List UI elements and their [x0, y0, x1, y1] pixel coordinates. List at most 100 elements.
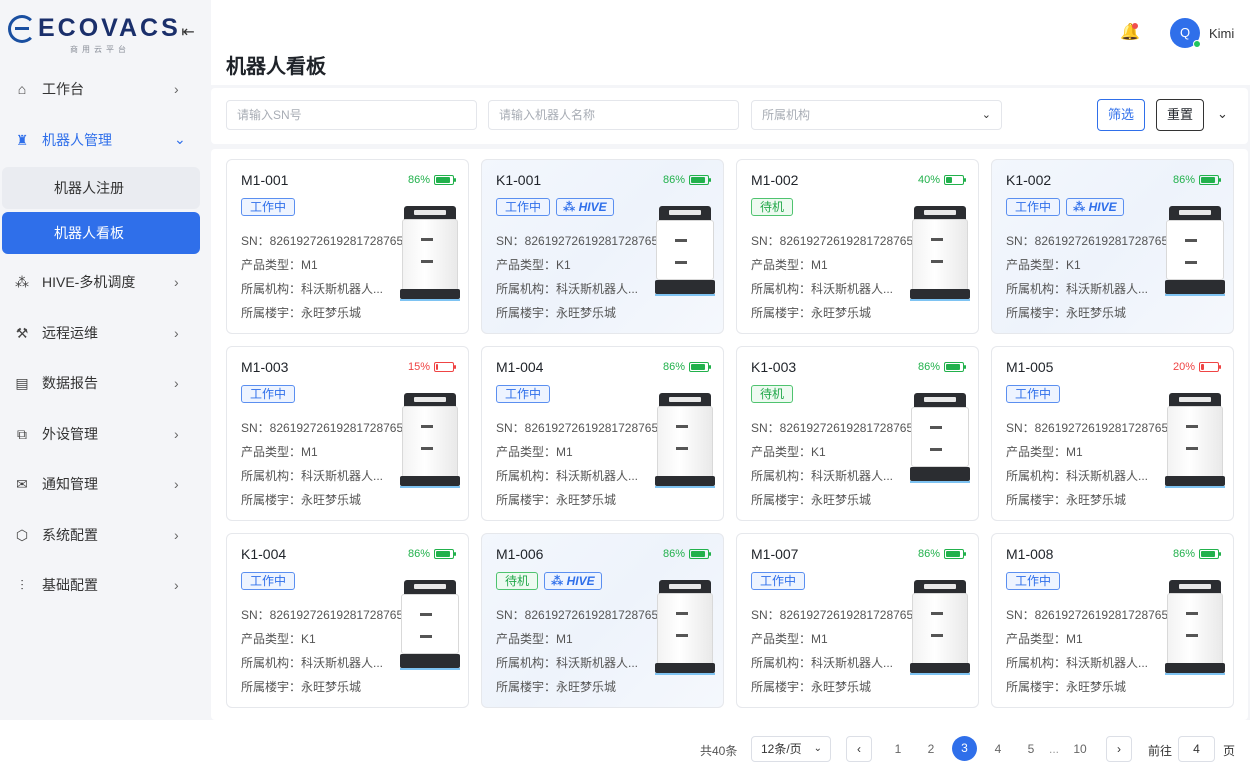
battery-fill [691, 364, 705, 370]
notification-bell-icon[interactable]: 🔔 [1120, 22, 1140, 42]
sidebar-item-system-config[interactable]: ⬡ 系统配置 › [0, 510, 211, 561]
robot-card[interactable]: M1-004 86% 工作中 SN：82619272619281728765 产品类型：… [481, 346, 724, 521]
sidebar-item-notification[interactable]: ✉ 通知管理 › [0, 459, 211, 510]
building-value: 永旺梦乐城 [301, 493, 362, 507]
sidebar-item-workbench[interactable]: ⌂ 工作台 › [0, 64, 211, 115]
sidebar-item-label: 机器人管理 [42, 131, 112, 148]
robot-body [911, 407, 969, 467]
robot-base [655, 476, 715, 488]
expand-filters-icon[interactable]: ⌄ [1217, 106, 1228, 122]
prev-page-button[interactable]: ‹ [846, 736, 872, 762]
sn-row: SN：82619272619281728765 [496, 606, 658, 623]
page-4[interactable]: 4 [985, 736, 1011, 762]
sidebar-item-data-report[interactable]: ▤ 数据报告 › [0, 358, 211, 409]
chevron-right-icon: › [174, 476, 179, 493]
robot-image [655, 393, 715, 488]
battery-icon [689, 175, 711, 185]
building-label: 所属楼宇： [241, 493, 302, 507]
type-value: M1 [556, 445, 573, 459]
status-badge: 待机 [751, 198, 794, 216]
robot-base [1165, 476, 1225, 488]
type-label: 产品类型： [1006, 258, 1067, 272]
robot-head [404, 206, 456, 220]
robot-body [912, 593, 968, 665]
robot-card[interactable]: M1-005 20% 工作中 SN：82619272619281728765 产品类型：… [991, 346, 1234, 521]
battery-percent: 86% [662, 174, 685, 186]
robot-card[interactable]: M1-006 86% 待机 ⁂ HIVE SN：82619272619281728765… [481, 533, 724, 708]
robot-card[interactable]: K1-002 86% 工作中 ⁂ HIVE SN：8261927261928172876… [991, 159, 1234, 334]
sn-value: 82619272619281728765 [1034, 608, 1169, 622]
sn-value: 82619272619281728765 [269, 608, 404, 622]
sidebar-item-hive[interactable]: ⁂ HIVE-多机调度 › [0, 257, 211, 308]
battery-icon [1199, 362, 1221, 372]
building-value: 永旺梦乐城 [811, 680, 872, 694]
type-row: 产品类型：M1 [241, 256, 318, 273]
robot-card[interactable]: M1-002 40% 待机 SN：82619272619281728765 产品类型：M… [736, 159, 979, 334]
org-value: 科沃斯机器人... [556, 469, 639, 483]
collapse-menu-icon[interactable]: ⇤ [178, 24, 198, 42]
robot-card[interactable]: M1-008 86% 工作中 SN：82619272619281728765 产品类型：… [991, 533, 1234, 708]
type-label: 产品类型： [241, 445, 302, 459]
battery-fill [436, 177, 450, 183]
building-label: 所属楼宇： [241, 680, 302, 694]
robot-card[interactable]: K1-004 86% 工作中 SN：82619272619281728765 产品类型：… [226, 533, 469, 708]
type-label: 产品类型： [751, 632, 812, 646]
type-label: 产品类型： [496, 632, 557, 646]
sidebar-subitem-robot-register[interactable]: 机器人注册 [2, 167, 200, 209]
filter-button[interactable]: 筛选 [1097, 99, 1145, 131]
org-select[interactable]: 所属机构 ⌄ [751, 100, 1002, 130]
building-value: 永旺梦乐城 [811, 493, 872, 507]
robot-card[interactable]: K1-003 86% 待机 SN：82619272619281728765 产品类型：K… [736, 346, 979, 521]
chevron-down-icon: ⌄ [174, 131, 186, 148]
building-row: 所属楼宇：永旺梦乐城 [751, 304, 871, 321]
robot-body [656, 220, 714, 280]
org-value: 科沃斯机器人... [811, 656, 894, 670]
goto-page-input[interactable] [1178, 736, 1215, 762]
page-size-select[interactable]: 12条/页 ⌄ [751, 736, 831, 762]
robot-icon: ♜ [15, 131, 29, 148]
org-row: 所属机构：科沃斯机器人... [751, 654, 893, 671]
sidebar-item-robot-management[interactable]: ♜ 机器人管理 ⌄ [0, 115, 211, 166]
robot-name-input[interactable] [488, 100, 739, 130]
user-menu[interactable]: Q Kimi [1170, 18, 1234, 48]
status-badge: 待机 [496, 572, 539, 590]
page-2[interactable]: 2 [918, 736, 944, 762]
org-value: 科沃斯机器人... [1066, 282, 1149, 296]
robot-card[interactable]: K1-001 86% 工作中 ⁂ HIVE SN：8261927261928172876… [481, 159, 724, 334]
robot-base [910, 289, 970, 301]
page-5[interactable]: 5 [1018, 736, 1044, 762]
sidebar-item-remote-ops[interactable]: ⚒ 远程运维 › [0, 308, 211, 359]
page-3-current[interactable]: 3 [952, 736, 977, 761]
sidebar-item-basic-config[interactable]: ⫶ 基础配置 › [0, 560, 211, 611]
sn-row: SN：82619272619281728765 [241, 232, 403, 249]
robot-card[interactable]: M1-003 15% 工作中 SN：82619272619281728765 产品类型：… [226, 346, 469, 521]
next-page-button[interactable]: › [1106, 736, 1132, 762]
building-value: 永旺梦乐城 [301, 306, 362, 320]
page-10[interactable]: 10 [1067, 736, 1093, 762]
hive-badge-label: HIVE [578, 200, 607, 214]
avatar-initial: Q [1179, 25, 1191, 40]
battery-icon [1199, 549, 1221, 559]
battery-icon [944, 549, 966, 559]
robot-card[interactable]: M1-001 86% 工作中 SN：82619272619281728765 产品类型：… [226, 159, 469, 334]
battery-fill [691, 177, 705, 183]
robot-image [910, 206, 970, 301]
reset-button[interactable]: 重置 [1156, 99, 1204, 131]
sn-value: 82619272619281728765 [524, 608, 659, 622]
battery-percent: 40% [917, 174, 940, 186]
sidebar-subitem-robot-board[interactable]: 机器人看板 [2, 212, 200, 254]
robot-card[interactable]: M1-007 86% 工作中 SN：82619272619281728765 产品类型：… [736, 533, 979, 708]
battery-fill [1201, 551, 1215, 557]
sidebar-item-peripheral[interactable]: ⧉ 外设管理 › [0, 409, 211, 460]
building-value: 永旺梦乐城 [556, 306, 617, 320]
type-value: M1 [1066, 632, 1083, 646]
tag-row: 待机 [751, 198, 799, 216]
sidebar-item-label: 外设管理 [42, 425, 98, 442]
building-label: 所属楼宇： [751, 493, 812, 507]
robot-head [1169, 393, 1221, 407]
building-row: 所属楼宇：永旺梦乐城 [496, 678, 616, 695]
type-value: M1 [811, 632, 828, 646]
sn-search-input[interactable] [226, 100, 477, 130]
battery-percent: 86% [917, 548, 940, 560]
page-1[interactable]: 1 [885, 736, 911, 762]
